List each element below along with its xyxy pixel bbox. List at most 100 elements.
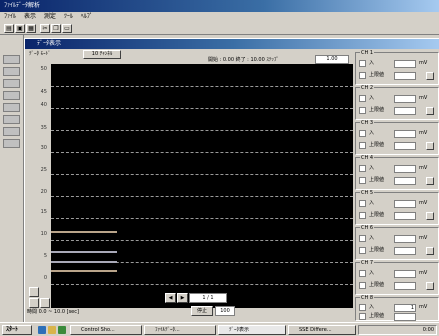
y-tick-label: 35 <box>40 125 47 131</box>
save-icon[interactable]: ▣ <box>15 24 25 33</box>
grid-line <box>51 284 353 285</box>
channel-group: CH 2 入 mV 上限値 <box>355 85 439 120</box>
scroll-right-button[interactable] <box>40 298 50 308</box>
channel-enable-checkbox[interactable] <box>359 270 366 277</box>
y-tick-label: 10 <box>40 231 47 237</box>
channel-limit-field[interactable] <box>394 177 416 185</box>
channel-enable-checkbox[interactable] <box>359 165 366 172</box>
channel-value-field[interactable]: 1 <box>394 304 416 312</box>
channel-spin-button[interactable] <box>426 177 434 185</box>
start-button[interactable]: ｽﾀｰﾄ <box>2 325 32 335</box>
grid-line <box>51 130 353 131</box>
channel-spin-button[interactable] <box>426 72 434 80</box>
channel-value-field[interactable] <box>394 165 416 173</box>
channel-unit: mV <box>419 60 428 66</box>
grid-line <box>51 108 353 109</box>
channel-enable-checkbox[interactable] <box>359 235 366 242</box>
ie-icon[interactable] <box>38 326 46 334</box>
outer-toolbar: ▤ ▣ ▦ ✂ ❐ ▭ <box>0 22 439 35</box>
step-field[interactable]: 1.00 <box>315 55 349 64</box>
channel-limit-field[interactable] <box>394 142 416 150</box>
next-button[interactable]: ▶ <box>177 293 188 303</box>
channel-enable-checkbox[interactable] <box>359 200 366 207</box>
channel-enable-checkbox[interactable] <box>359 95 366 102</box>
task-button[interactable]: SSE Differe... <box>288 325 356 335</box>
left-strip-button[interactable] <box>3 91 20 100</box>
channel-enable-checkbox[interactable] <box>359 304 366 311</box>
task-button-active[interactable]: ﾃﾞｰﾀ表示 <box>218 325 286 335</box>
channel-limit-field[interactable] <box>394 247 416 255</box>
paste-icon[interactable]: ▭ <box>62 24 72 33</box>
menu-view[interactable]: 表示 <box>24 13 36 20</box>
y-tick-label: 15 <box>40 209 47 215</box>
copy-icon[interactable]: ❐ <box>51 24 61 33</box>
channel-title: CH 1 <box>360 50 375 56</box>
left-strip-button[interactable] <box>3 79 20 88</box>
channel-spin-button[interactable] <box>426 212 434 220</box>
channel-title: CH 6 <box>360 225 375 231</box>
channel-limit-field[interactable] <box>394 313 416 321</box>
channel-spin-button[interactable] <box>426 142 434 150</box>
channel-spin-button[interactable] <box>426 282 434 290</box>
left-strip-button[interactable] <box>3 55 20 64</box>
left-strip-button[interactable] <box>3 139 20 148</box>
channel-row-label: 入 <box>369 200 375 206</box>
channel-row-label: 入 <box>369 270 375 276</box>
channel-value-field[interactable] <box>394 60 416 68</box>
prev-button[interactable]: ◀ <box>165 293 176 303</box>
channel-value-field[interactable] <box>394 200 416 208</box>
channel-group: CH 8 入 1 mV 上限値 <box>355 295 439 321</box>
left-strip-button[interactable] <box>3 127 20 136</box>
channel-limit-field[interactable] <box>394 107 416 115</box>
channel-limit-field[interactable] <box>394 72 416 80</box>
cut-icon[interactable]: ✂ <box>40 24 50 33</box>
left-strip-button[interactable] <box>3 115 20 124</box>
channel-limit-checkbox[interactable] <box>359 212 366 219</box>
channel-limit-checkbox[interactable] <box>359 313 366 320</box>
y-tick-label: 0 <box>43 275 47 281</box>
trace-line <box>51 251 117 253</box>
channel-limit-checkbox[interactable] <box>359 72 366 79</box>
channel-row-label: 上限値 <box>369 142 385 148</box>
channel-row-label: 入 <box>369 165 375 171</box>
channel-value-field[interactable] <box>394 270 416 278</box>
grid-line <box>51 218 353 219</box>
channel-limit-checkbox[interactable] <box>359 282 366 289</box>
channel-limit-field[interactable] <box>394 282 416 290</box>
left-strip-button[interactable] <box>3 67 20 76</box>
channel-spin-button[interactable] <box>426 247 434 255</box>
print-icon[interactable]: ▦ <box>26 24 36 33</box>
channel-limit-checkbox[interactable] <box>359 142 366 149</box>
menu-file[interactable]: ﾌｧｲﾙ <box>4 13 16 20</box>
channel-value-field[interactable] <box>394 235 416 243</box>
page-field[interactable]: 1 / 1 <box>189 293 227 303</box>
task-button[interactable]: ﾌｧｲﾙﾃﾞｰﾀ... <box>144 325 216 335</box>
zoom-field[interactable]: 100 <box>215 306 235 316</box>
channel-limit-checkbox[interactable] <box>359 177 366 184</box>
task-button[interactable]: Control Sho... <box>70 325 142 335</box>
grid-line <box>51 86 353 87</box>
menu-measure[interactable]: 測定 <box>44 13 56 20</box>
left-strip-button[interactable] <box>3 103 20 112</box>
folder-icon[interactable] <box>48 326 56 334</box>
channel-limit-field[interactable] <box>394 212 416 220</box>
channel-spin-button[interactable] <box>426 107 434 115</box>
y-tick-label: 30 <box>40 145 47 151</box>
desktop-icon[interactable] <box>58 326 66 334</box>
scroll-up-button[interactable] <box>29 287 39 297</box>
channel-title: CH 8 <box>360 295 375 301</box>
channel-value-field[interactable] <box>394 130 416 138</box>
channel-enable-checkbox[interactable] <box>359 130 366 137</box>
menu-tools[interactable]: ﾂｰﾙ <box>64 13 73 20</box>
scroll-left-button[interactable] <box>29 298 39 308</box>
mode-button[interactable]: 10 ﾁｬﾝﾈﾙ <box>83 50 121 59</box>
stop-button[interactable]: 停止 <box>191 306 213 316</box>
channel-limit-checkbox[interactable] <box>359 247 366 254</box>
channel-value-field[interactable] <box>394 95 416 103</box>
open-icon[interactable]: ▤ <box>4 24 14 33</box>
menu-help[interactable]: ﾍﾙﾌﾟ <box>81 13 93 20</box>
channel-limit-checkbox[interactable] <box>359 107 366 114</box>
channel-row-label: 入 <box>369 130 375 136</box>
waveform-plot[interactable] <box>51 64 353 308</box>
channel-enable-checkbox[interactable] <box>359 60 366 67</box>
